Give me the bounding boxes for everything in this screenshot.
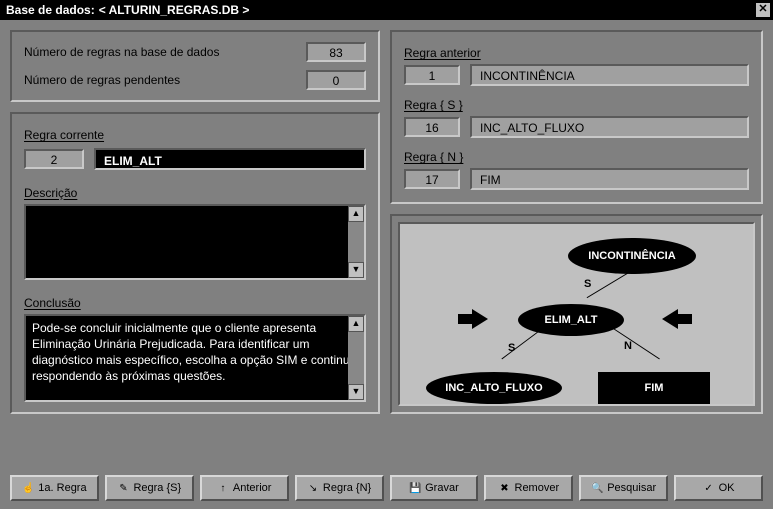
check-icon: ✓ <box>703 483 715 494</box>
arrow-up-icon: ↑ <box>217 483 229 494</box>
ok-button[interactable]: ✓ OK <box>674 475 763 501</box>
link-s-heading: Regra { S } <box>404 98 749 112</box>
diagram-edge-left-label: S <box>508 342 515 354</box>
chevron-up-icon[interactable]: ▲ <box>348 316 364 332</box>
diagram-edge-top-label: S <box>584 278 591 290</box>
ok-label: OK <box>719 482 735 494</box>
link-prev-heading: Regra anterior <box>404 46 749 60</box>
stats-rules-label: Número de regras na base de dados <box>24 45 306 59</box>
pen-icon: ✎ <box>117 483 129 494</box>
conclusion-wrap: Pode-se concluir inicialmente que o clie… <box>24 314 366 402</box>
search-icon: 🔍 <box>591 483 603 494</box>
prev-button[interactable]: ↑ Anterior <box>200 475 289 501</box>
link-n-name: FIM <box>470 168 749 190</box>
diagram-canvas: INCONTINÊNCIA ELIM_ALT INC_ALTO_FLUXO FI… <box>398 222 755 406</box>
button-bar: ☝ 1a. Regra ✎ Regra {S} ↑ Anterior ↘ Reg… <box>10 475 763 501</box>
rule-s-button[interactable]: ✎ Regra {S} <box>105 475 194 501</box>
right-column: Regra anterior 1 INCONTINÊNCIA Regra { S… <box>390 30 763 414</box>
title-prefix: Base de dados: <box>6 3 95 17</box>
diagram-node-right: FIM <box>598 372 710 404</box>
current-rule-heading: Regra corrente <box>24 128 366 142</box>
description-scrollbar[interactable]: ▲ ▼ <box>348 206 364 278</box>
window-body: Número de regras na base de dados 83 Núm… <box>0 20 773 424</box>
diagram-arrow-right-tail <box>678 314 692 324</box>
current-rule-name[interactable]: ELIM_ALT <box>94 148 366 170</box>
stats-panel: Número de regras na base de dados 83 Núm… <box>10 30 380 102</box>
diagram-panel: INCONTINÊNCIA ELIM_ALT INC_ALTO_FLUXO FI… <box>390 214 763 414</box>
chevron-down-icon[interactable]: ▼ <box>348 384 364 400</box>
app-window: Base de dados: < ALTURIN_REGRAS.DB > ✕ N… <box>0 0 773 509</box>
links-panel: Regra anterior 1 INCONTINÊNCIA Regra { S… <box>390 30 763 204</box>
remove-label: Remover <box>515 482 560 494</box>
link-prev-row: 1 INCONTINÊNCIA <box>404 64 749 86</box>
stats-pending-label: Número de regras pendentes <box>24 73 306 87</box>
rule-n-label: Regra {N} <box>323 482 371 494</box>
arrow-down-right-icon: ↘ <box>307 483 319 494</box>
link-s-id: 16 <box>404 117 460 137</box>
search-label: Pesquisar <box>607 482 656 494</box>
rule-s-label: Regra {S} <box>133 482 181 494</box>
prev-label: Anterior <box>233 482 272 494</box>
link-n-heading: Regra { N } <box>404 150 749 164</box>
diagram-edge-right-label: N <box>624 340 632 352</box>
close-icon[interactable]: ✕ <box>755 2 771 18</box>
link-prev-name: INCONTINÊNCIA <box>470 64 749 86</box>
remove-icon: ✖ <box>499 483 511 494</box>
diagram-arrow-left-tail <box>458 314 472 324</box>
link-n-id: 17 <box>404 169 460 189</box>
diagram-arrow-right <box>662 309 678 329</box>
diagram-arrow-left <box>472 309 488 329</box>
stats-row-pending: Número de regras pendentes 0 <box>24 70 366 90</box>
description-textarea[interactable] <box>24 204 366 280</box>
stats-row-rules: Número de regras na base de dados 83 <box>24 42 366 62</box>
first-rule-button[interactable]: ☝ 1a. Regra <box>10 475 99 501</box>
save-label: Gravar <box>425 482 459 494</box>
first-rule-label: 1a. Regra <box>38 482 86 494</box>
scrollbar-track[interactable] <box>348 332 364 384</box>
current-rule-id-row: 2 ELIM_ALT <box>24 148 366 170</box>
current-rule-panel: Regra corrente 2 ELIM_ALT Descrição ▲ ▼ … <box>10 112 380 414</box>
scrollbar-track[interactable] <box>348 222 364 262</box>
titlebar: Base de dados: < ALTURIN_REGRAS.DB > ✕ <box>0 0 773 20</box>
stats-rules-value: 83 <box>306 42 366 62</box>
search-button[interactable]: 🔍 Pesquisar <box>579 475 668 501</box>
conclusion-scrollbar[interactable]: ▲ ▼ <box>348 316 364 400</box>
link-prev-id: 1 <box>404 65 460 85</box>
save-icon: 💾 <box>409 483 421 494</box>
chevron-up-icon[interactable]: ▲ <box>348 206 364 222</box>
link-s-name: INC_ALTO_FLUXO <box>470 116 749 138</box>
rule-n-button[interactable]: ↘ Regra {N} <box>295 475 384 501</box>
description-wrap: ▲ ▼ <box>24 204 366 280</box>
link-s-row: 16 INC_ALTO_FLUXO <box>404 116 749 138</box>
description-heading: Descrição <box>24 186 366 200</box>
stats-pending-value: 0 <box>306 70 366 90</box>
left-column: Número de regras na base de dados 83 Núm… <box>10 30 380 414</box>
conclusion-heading: Conclusão <box>24 296 366 310</box>
conclusion-textarea[interactable]: Pode-se concluir inicialmente que o clie… <box>24 314 366 402</box>
diagram-node-left: INC_ALTO_FLUXO <box>426 372 562 404</box>
save-button[interactable]: 💾 Gravar <box>390 475 479 501</box>
diagram-node-center: ELIM_ALT <box>518 304 624 336</box>
pointer-icon: ☝ <box>22 483 34 494</box>
title-db-name: < ALTURIN_REGRAS.DB > <box>99 3 250 17</box>
link-n-row: 17 FIM <box>404 168 749 190</box>
chevron-down-icon[interactable]: ▼ <box>348 262 364 278</box>
diagram-node-top: INCONTINÊNCIA <box>568 238 696 274</box>
remove-button[interactable]: ✖ Remover <box>484 475 573 501</box>
current-rule-id: 2 <box>24 149 84 169</box>
